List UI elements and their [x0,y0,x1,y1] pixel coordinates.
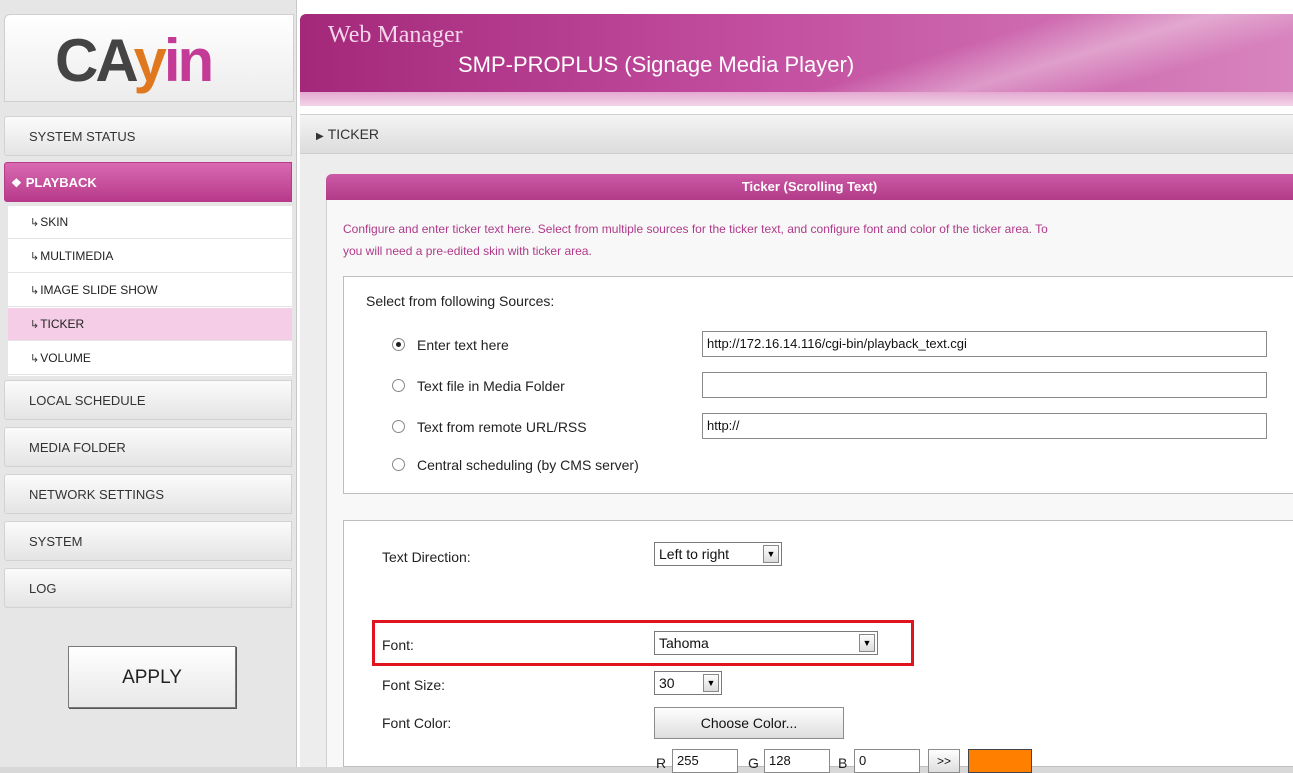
bullet-icon: ❖ [11,176,22,190]
triangle-right-icon: ▶ [316,131,324,142]
nav-system[interactable]: SYSTEM [4,521,292,561]
r-input[interactable]: 255 [672,749,738,773]
sub-arrow-icon: ↳ [30,353,40,365]
page: CAyin SYSTEM STATUS ❖ PLAYBACK ↳SKIN ↳MUL… [0,0,1293,773]
main-content: Ticker (Scrolling Text) Configure and en… [300,154,1293,773]
font-label: Font: [382,637,414,653]
font-color-label: Font Color: [382,715,452,731]
sources-box: Select from following Sources: Enter tex… [343,276,1293,494]
nav-playback[interactable]: ❖ PLAYBACK [4,162,292,202]
choose-color-button[interactable]: Choose Color... [654,707,844,739]
submenu-skin[interactable]: ↳SKIN [8,206,292,239]
r-label: R [656,755,667,771]
color-swatch [968,749,1032,773]
panel-title: Ticker (Scrolling Text) [326,174,1293,200]
sub-arrow-icon: ↳ [30,319,40,331]
sources-heading: Select from following Sources: [366,293,555,309]
g-input[interactable]: 128 [764,749,830,773]
source-remote-url[interactable]: Text from remote URL/RSS [392,419,587,435]
sub-arrow-icon: ↳ [30,217,40,229]
header-strip [300,92,1293,106]
nav-media-folder[interactable]: MEDIA FOLDER [4,427,292,467]
display-settings-box: Text Direction: Left to right ▼ Font: Tah… [343,520,1293,773]
nav-network-settings[interactable]: NETWORK SETTINGS [4,474,292,514]
submenu-image-slide-show[interactable]: ↳IMAGE SLIDE SHOW [8,274,292,307]
text-direction-select[interactable]: Left to right ▼ [654,542,782,566]
radio-icon[interactable] [392,378,405,392]
breadcrumb: ▶ TICKER [300,114,1293,154]
sub-arrow-icon: ↳ [30,285,40,297]
text-direction-label: Text Direction: [382,549,471,565]
source-enter-text[interactable]: Enter text here [392,337,509,353]
source-central-scheduling[interactable]: Central scheduling (by CMS server) [392,457,639,473]
text-file-input[interactable] [702,372,1267,398]
radio-icon[interactable] [392,457,405,471]
enter-text-input[interactable]: http://172.16.14.116/cgi-bin/playback_te… [702,331,1267,357]
remote-url-input[interactable]: http:// [702,413,1267,439]
apply-rgb-button[interactable]: >> [928,749,960,773]
nav-system-status[interactable]: SYSTEM STATUS [4,116,292,156]
nav-local-schedule[interactable]: LOCAL SCHEDULE [4,380,292,420]
g-label: G [748,755,759,771]
font-select[interactable]: Tahoma ▼ [654,631,878,655]
ticker-panel: Configure and enter ticker text here. Se… [326,200,1293,773]
panel-description: Configure and enter ticker text here. Se… [343,222,1048,258]
font-size-label: Font Size: [382,677,446,693]
chevron-down-icon[interactable]: ▼ [763,545,779,563]
apply-button[interactable]: APPLY [68,646,236,708]
submenu-multimedia[interactable]: ↳MULTIMEDIA [8,240,292,273]
radio-icon[interactable] [392,337,405,351]
submenu-ticker[interactable]: ↳TICKER [8,308,292,341]
header-title: Web Manager [328,22,463,48]
submenu-volume[interactable]: ↳VOLUME [8,342,292,375]
b-label: B [838,755,848,771]
sidebar: CAyin SYSTEM STATUS ❖ PLAYBACK ↳SKIN ↳MUL… [0,0,297,767]
cayin-logo: CAyin [55,27,214,94]
source-text-file[interactable]: Text file in Media Folder [392,378,565,394]
font-size-select[interactable]: 30 ▼ [654,671,722,695]
b-input[interactable]: 0 [854,749,920,773]
playback-submenu: ↳SKIN ↳MULTIMEDIA ↳IMAGE SLIDE SHOW ↳TIC… [8,206,292,376]
chevron-down-icon[interactable]: ▼ [703,674,719,692]
chevron-down-icon[interactable]: ▼ [859,634,875,652]
header-subtitle: SMP-PROPLUS (Signage Media Player) [458,52,855,77]
radio-icon[interactable] [392,419,405,433]
header-banner: Web Manager SMP-PROPLUS (Signage Media P… [300,14,1293,106]
sub-arrow-icon: ↳ [30,251,40,263]
logo-area: CAyin [4,14,294,102]
nav-log[interactable]: LOG [4,568,292,608]
